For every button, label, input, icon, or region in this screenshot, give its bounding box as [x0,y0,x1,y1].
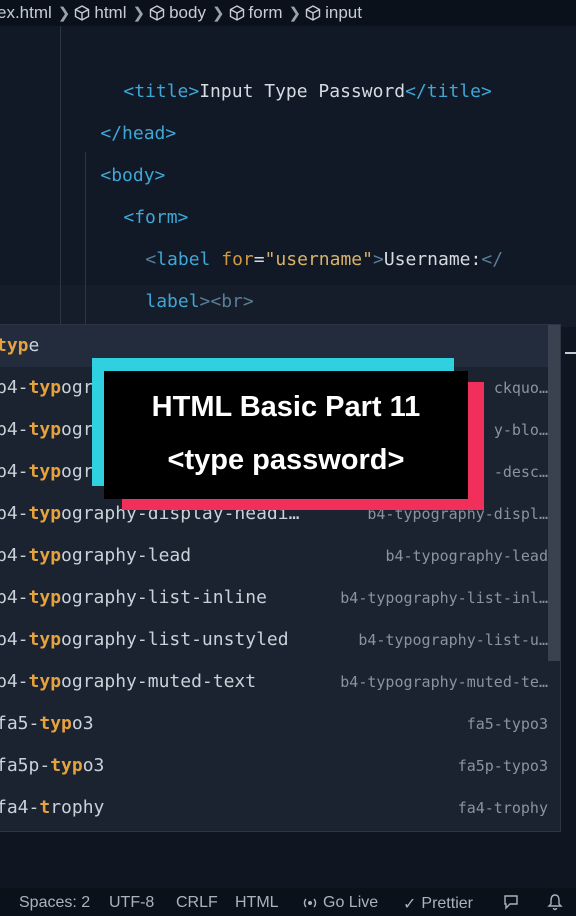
breadcrumb-item-form[interactable]: form ❯ [229,3,309,23]
golive-icon [303,898,317,908]
code-line-label: <label for="username">Username:</ [102,197,503,270]
code-token: Username: [383,249,482,270]
cube-icon [75,5,90,21]
suggestion-item[interactable]: fa4-trophy fa4-trophy [0,787,548,829]
breadcrumb-item-input[interactable]: input [305,3,362,23]
suggestion-item[interactable]: b4-typography-muted-text b4-typography-m… [0,661,548,703]
suggestion-item[interactable]: b4-typography-list-inline b4-typography-… [0,577,548,619]
chevron-right-icon: ❯ [211,5,225,22]
code-token: > [372,249,384,270]
status-prettier-label: Prettier [421,895,473,912]
bell-icon[interactable] [546,893,564,911]
suggestion-label: b4-typography-list-inline [0,587,267,608]
suggestion-detail: b4-typography-muted-te… [340,673,548,691]
breadcrumb-label: ex.html [0,3,52,22]
breadcrumb-item-html[interactable]: html ❯ [74,3,152,23]
check-icon: ✓ [403,896,417,913]
card-black-layer: HTML Basic Part 11 <type password> [104,371,468,499]
suggestion-detail: -desc… [493,463,548,481]
current-line-highlight [0,285,576,327]
status-prettier[interactable]: ✓ Prettier [403,894,473,914]
breadcrumb-item-file[interactable]: ex.html ❯ [0,3,77,23]
code-editor[interactable]: <title>Input Type Password</title> </hea… [0,26,576,356]
suggestion-detail: b4-typography-list-inl… [340,589,548,607]
cube-icon [149,5,165,21]
breadcrumb: ex.html ❯ html ❯ body ❯ form ❯ input [0,0,576,26]
breadcrumb-item-body[interactable]: body ❯ [149,3,231,23]
suggestion-detail: fa5-typo3 [466,715,548,733]
card-subtitle: <type password> [167,444,405,476]
code-line-form: <form> [80,155,188,228]
card-title: HTML Basic Part 11 [151,391,421,423]
code-line-input: <input typ [102,281,257,356]
code-line-body: <body> [57,113,165,186]
minimap-marker [565,352,576,354]
breadcrumb-label: html [94,3,127,22]
status-indentation[interactable]: Spaces: 2 [19,894,90,912]
suggestion-detail: y-blo… [493,421,548,439]
suggestion-label: type [0,335,40,356]
chevron-right-icon: ❯ [132,5,146,22]
suggestion-item[interactable]: fa5p-typo3 fa5p-typo3 [0,745,548,787]
suggestion-label: b4-typography-lead [0,545,192,566]
cube-icon [305,5,321,21]
suggestion-label: fa5p-typo3 [0,755,105,776]
code-token: </ [481,249,504,270]
status-golive-label: Go Live [323,894,379,911]
code-line-title: <title>Input Type Password</title> [80,29,491,102]
code-token: = [253,249,265,270]
suggestion-label: b4-typography-list-unstyled [0,629,289,650]
suggestion-detail: ckquo… [493,379,548,397]
breadcrumb-label: body [169,3,206,22]
suggestion-item[interactable]: b4-typography-lead b4-typography-lead [0,535,548,577]
chevron-right-icon: ❯ [57,5,71,22]
suggestion-label: fa5-typo3 [0,713,94,734]
suggestion-item[interactable]: b4-typography-list-unstyled b4-typograph… [0,619,548,661]
status-encoding[interactable]: UTF-8 [109,894,154,912]
suggestion-item[interactable]: fa5-typo3 fa5-typo3 [0,703,548,745]
code-line-head-close: </head> [57,71,176,144]
breadcrumb-label: input [325,3,362,22]
suggestion-label: fa4-trophy [0,797,105,818]
suggestion-detail: fa5p-typo3 [457,757,548,775]
suggestion-detail: b4-typography-list-u… [358,631,548,649]
status-language[interactable]: HTML [235,894,279,912]
status-eol[interactable]: CRLF [176,894,218,912]
status-golive[interactable]: Go Live [302,894,378,912]
breadcrumb-label: form [248,3,283,22]
code-line-label-wrap: label><br> [102,239,253,312]
suggestion-label: b4-typography-muted-text [0,671,257,692]
code-token: Input Type Password [199,81,406,102]
status-bar: Spaces: 2 UTF-8 CRLF HTML Go Live ✓ Pret… [0,888,576,916]
suggestions-scrollbar[interactable] [548,325,560,661]
video-title-card: HTML Basic Part 11 <type password> [92,358,484,510]
suggestion-detail: fa4-trophy [457,799,548,817]
code-token: </title> [405,81,492,102]
suggestion-detail: b4-typography-lead [385,547,548,565]
feedback-icon[interactable] [502,893,520,911]
code-token: "username" [264,249,373,270]
cube-icon [229,5,244,21]
chevron-right-icon: ❯ [288,5,302,22]
